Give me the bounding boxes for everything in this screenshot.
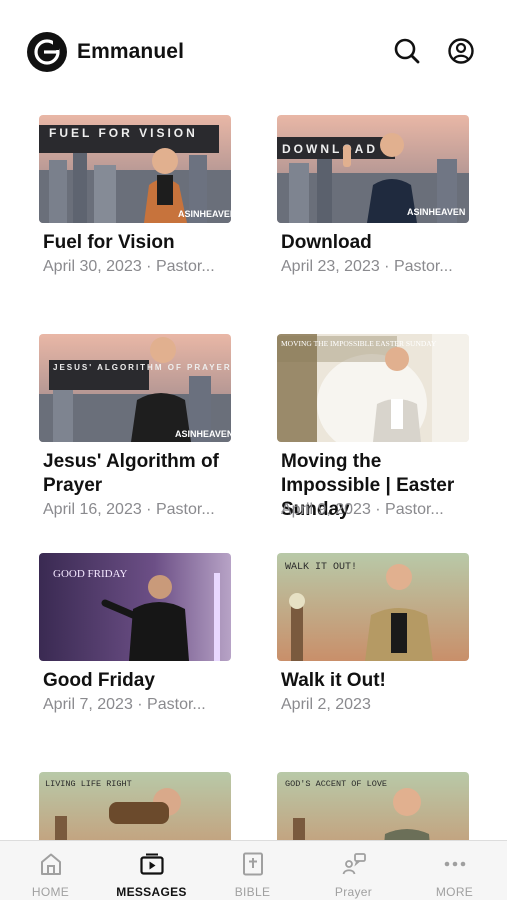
message-title[interactable]: Jesus' Algorithm of Prayer xyxy=(43,450,233,498)
tab-label: Prayer xyxy=(334,885,373,899)
tab-label: MESSAGES xyxy=(116,885,187,899)
bible-icon xyxy=(243,852,263,876)
app-title: Emmanuel xyxy=(77,40,184,63)
tab-more[interactable]: MORE xyxy=(404,841,505,900)
thumb-text: JESUS' ALGORITHM OF PRAYER xyxy=(53,363,231,372)
more-icon xyxy=(444,861,466,867)
bottom-tab-bar: HOME MESSAGES BIBLE Prayer MORE xyxy=(0,840,507,900)
emmanuel-logo-icon[interactable] xyxy=(27,32,67,72)
prayer-icon xyxy=(342,853,366,875)
tab-label: BIBLE xyxy=(234,885,271,899)
message-meta: April 2, 2023 xyxy=(281,696,371,713)
messages-grid: FUEL FOR VISION ASINHEAVEN Fuel for Visi… xyxy=(0,100,507,840)
message-title[interactable]: Download xyxy=(281,231,471,255)
thumb-brand: ASINHEAVEN xyxy=(407,207,465,217)
message-thumbnail[interactable]: DOWNLOAD ASINHEAVEN xyxy=(277,115,469,223)
message-thumbnail[interactable]: LIVING LIFE RIGHT xyxy=(39,772,231,840)
thumb-text: FUEL FOR VISION xyxy=(49,126,198,140)
message-thumbnail[interactable]: GOD'S ACCENT OF LOVE xyxy=(277,772,469,840)
message-thumbnail[interactable]: WALK IT OUT! xyxy=(277,553,469,661)
message-meta: April 16, 2023 · Pastor... xyxy=(43,501,215,518)
tab-prayer[interactable]: Prayer xyxy=(303,841,404,900)
tab-label: HOME xyxy=(31,885,70,899)
message-title[interactable]: Fuel for Vision xyxy=(43,231,233,255)
messages-icon xyxy=(140,853,164,875)
tab-label: MORE xyxy=(435,885,474,899)
home-icon xyxy=(41,853,61,875)
thumb-text: GOD'S ACCENT OF LOVE xyxy=(285,779,387,789)
message-meta: April 7, 2023 · Pastor... xyxy=(43,696,206,713)
message-thumbnail[interactable]: FUEL FOR VISION ASINHEAVEN xyxy=(39,115,231,223)
message-thumbnail[interactable]: GOOD FRIDAY xyxy=(39,553,231,661)
thumb-text: LIVING LIFE RIGHT xyxy=(45,779,132,789)
message-title[interactable]: Good Friday xyxy=(43,669,233,693)
account-icon[interactable] xyxy=(446,36,476,66)
tab-bible[interactable]: BIBLE xyxy=(202,841,303,900)
thumb-brand: ASINHEAVEN xyxy=(175,429,231,439)
tab-messages[interactable]: MESSAGES xyxy=(101,841,202,900)
message-meta: April 23, 2023 · Pastor... xyxy=(281,258,453,275)
thumb-text: DOWNLOAD xyxy=(282,142,378,156)
message-thumbnail[interactable]: JESUS' ALGORITHM OF PRAYER ASINHEAVEN xyxy=(39,334,231,442)
message-title[interactable]: Walk it Out! xyxy=(281,669,471,693)
search-icon[interactable] xyxy=(392,36,422,66)
message-meta: April 9, 2023 · Pastor... xyxy=(281,501,444,518)
thumb-brand: ASINHEAVEN xyxy=(178,209,231,219)
thumb-text: MOVING THE IMPOSSIBLE EASTER SUNDAY xyxy=(281,339,437,348)
thumb-text: WALK IT OUT! xyxy=(285,562,357,573)
tab-home[interactable]: HOME xyxy=(0,841,101,900)
message-meta: April 30, 2023 · Pastor... xyxy=(43,258,215,275)
thumb-text: GOOD FRIDAY xyxy=(53,568,128,580)
message-thumbnail[interactable]: MOVING THE IMPOSSIBLE EASTER SUNDAY xyxy=(277,334,469,442)
app-header: Emmanuel xyxy=(0,0,507,100)
